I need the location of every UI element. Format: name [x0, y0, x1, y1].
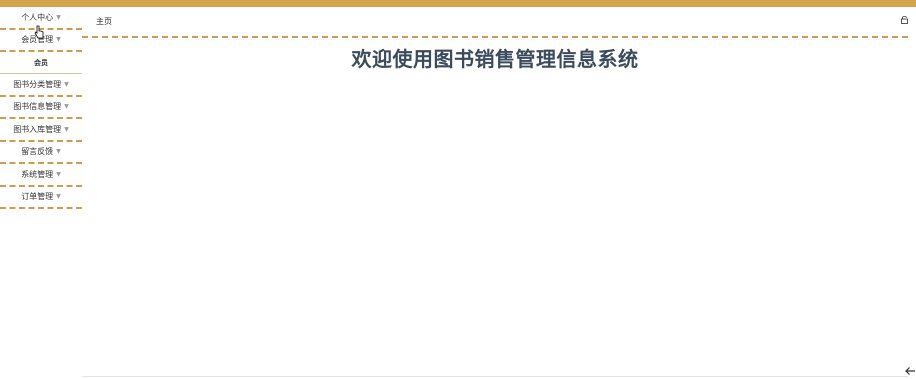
sidebar-item-label: 个人中心 [21, 12, 54, 22]
logout-icon[interactable] [901, 16, 908, 24]
chevron-down-icon: ▼ [56, 170, 61, 178]
sidebar-item-label: 图书入库管理 [13, 124, 62, 134]
sidebar-item-order-management[interactable]: 订单管理 ▼ [0, 187, 82, 209]
chevron-down-icon: ▼ [56, 193, 61, 201]
sidebar-item-book-stock-in[interactable]: 图书入库管理 ▼ [0, 119, 82, 142]
sidebar-item-label: 图书分类管理 [13, 79, 62, 89]
sidebar-item-label: 系统管理 [21, 169, 54, 179]
sidebar-item-system-management[interactable]: 系统管理 ▼ [0, 164, 82, 187]
chevron-down-icon: ▼ [64, 125, 69, 133]
header-divider [82, 36, 908, 38]
sidebar-item-label: 订单管理 [21, 192, 54, 202]
chevron-down-icon: ▼ [64, 103, 69, 111]
chevron-down-icon: ▼ [56, 13, 61, 21]
welcome-title: 欢迎使用图书销售管理信息系统 [351, 47, 639, 71]
sidebar-item-book-category[interactable]: 图书分类管理 ▼ [0, 74, 82, 97]
top-accent-bar [0, 0, 916, 7]
sidebar-subitem-label: 会员 [34, 58, 48, 67]
sidebar-item-label: 留言反馈 [21, 147, 54, 157]
breadcrumb-home[interactable]: 主页 [96, 17, 112, 26]
sidebar-item-feedback[interactable]: 留言反馈 ▼ [0, 142, 82, 164]
breadcrumb[interactable]: 主页 [96, 16, 112, 27]
sidebar-item-book-info[interactable]: 图书信息管理 ▼ [0, 97, 82, 119]
footer-divider [82, 376, 908, 377]
hand-cursor-icon [34, 25, 44, 39]
sidebar-subitem-member[interactable]: 会员 [0, 52, 82, 74]
chevron-down-icon: ▼ [64, 80, 69, 88]
sidebar-item-label: 图书信息管理 [13, 102, 62, 112]
chevron-down-icon: ▼ [56, 148, 61, 156]
chevron-down-icon: ▼ [56, 36, 61, 44]
back-arrow-icon[interactable] [904, 365, 916, 377]
